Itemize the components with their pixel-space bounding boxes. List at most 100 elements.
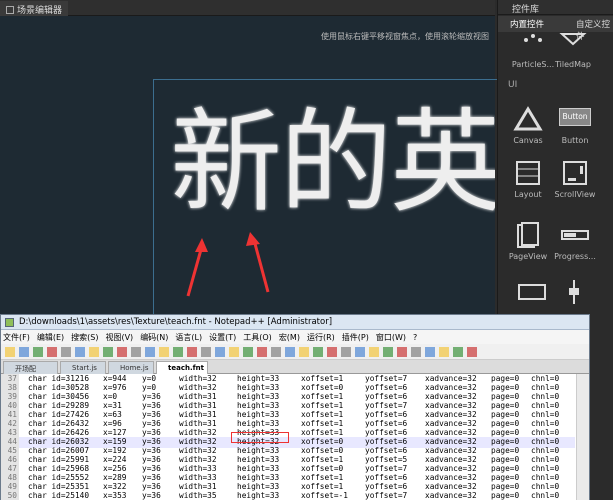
code-token: chnl=0 (531, 455, 560, 464)
code-token: x=224 (103, 455, 127, 464)
toolbar-button-icon[interactable] (19, 347, 29, 357)
code-token: char id=25351 (28, 482, 90, 491)
code-token: height=33 (237, 410, 280, 419)
code-token: y=36 (142, 428, 161, 437)
npp-editor[interactable]: 37 char id=31216 x=944 y=0 width=32 height=33… (1, 374, 589, 500)
code-token: page=0 (491, 455, 520, 464)
toolbar-button-icon[interactable] (341, 347, 351, 357)
menu-run[interactable]: 运行(R) (307, 333, 335, 342)
toolbar-button-icon[interactable] (397, 347, 407, 357)
code-token: x=192 (103, 446, 127, 455)
toolbar-button-icon[interactable] (131, 347, 141, 357)
line-number: 50 (1, 491, 19, 500)
control-scrollview[interactable]: ScrollView (550, 160, 600, 199)
canvas-label-text[interactable]: 新的英 (170, 88, 495, 248)
code-token: yoffset=5 (365, 455, 408, 464)
code-token: xoffset=0 (301, 446, 344, 455)
code-line[interactable]: 50 char id=25140 x=353 y=36 width=35 height=3… (1, 491, 575, 500)
code-token: char id=26032 (28, 437, 90, 446)
menu-view[interactable]: 视图(V) (105, 333, 133, 342)
slider-icon[interactable] (568, 280, 579, 304)
toolbar-button-icon[interactable] (187, 347, 197, 357)
code-token: height=33 (237, 383, 280, 392)
code-token: xoffset=0 (301, 437, 344, 446)
toolbar-button-icon[interactable] (47, 347, 57, 357)
file-tab-home[interactable]: Home.js (108, 361, 154, 374)
menu-help[interactable]: ? (413, 333, 417, 342)
code-token: height=33 (237, 392, 280, 401)
toolbar-button-icon[interactable] (89, 347, 99, 357)
menu-encoding[interactable]: 编码(N) (140, 333, 168, 342)
menu-settings[interactable]: 设置(T) (209, 333, 236, 342)
code-token: char id=30528 (28, 383, 90, 392)
control-canvas[interactable]: Canvas (503, 106, 553, 145)
toolbar-button-icon[interactable] (243, 347, 253, 357)
file-tab-kaichang[interactable]: 开场配置.txt (3, 361, 58, 383)
toolbar-button-icon[interactable] (299, 347, 309, 357)
toolbar-button-icon[interactable] (145, 347, 155, 357)
code-token: page=0 (491, 446, 520, 455)
code-token: height=33 (237, 419, 280, 428)
toolbar-button-icon[interactable] (75, 347, 85, 357)
toolbar-button-icon[interactable] (257, 347, 267, 357)
scrollview-icon (560, 160, 590, 186)
toolbar-button-icon[interactable] (173, 347, 183, 357)
scene-editor-tab[interactable]: 场景编辑器 (0, 1, 69, 16)
menu-window[interactable]: 窗口(W) (376, 333, 406, 342)
menu-macro[interactable]: 宏(M) (279, 333, 300, 342)
toolbar-button-icon[interactable] (117, 347, 127, 357)
toolbar-button-icon[interactable] (383, 347, 393, 357)
toolbar-button-icon[interactable] (159, 347, 169, 357)
code-token: x=0 (103, 392, 118, 401)
editor-vertical-scrollbar[interactable] (576, 374, 589, 500)
toolbar-button-icon[interactable] (201, 347, 211, 357)
menu-search[interactable]: 搜索(S) (71, 333, 98, 342)
code-token: xoffset=1 (301, 482, 344, 491)
toolbar-button-icon[interactable] (453, 347, 463, 357)
menu-edit[interactable]: 编辑(E) (37, 333, 64, 342)
toolbar-button-icon[interactable] (439, 347, 449, 357)
code-token: page=0 (491, 491, 520, 500)
code-token: char id=25140 (28, 491, 90, 500)
toolbar-button-icon[interactable] (411, 347, 421, 357)
progress-icon (560, 222, 590, 248)
toolbar-button-icon[interactable] (61, 347, 71, 357)
tab-builtin-controls[interactable]: 内置控件 (510, 18, 544, 30)
toolbar-button-icon[interactable] (313, 347, 323, 357)
button-icon: Button (559, 108, 591, 126)
code-token: char id=30456 (28, 392, 90, 401)
toolbar-button-icon[interactable] (425, 347, 435, 357)
file-tab-teach[interactable]: teach.fnt (156, 361, 208, 374)
toolbar-button-icon[interactable] (5, 347, 15, 357)
code-token: x=256 (103, 464, 127, 473)
toolbar-button-icon[interactable] (215, 347, 225, 357)
control-tiledmap[interactable]: TiledMap (548, 30, 598, 69)
toolbar-button-icon[interactable] (229, 347, 239, 357)
toolbar-button-icon[interactable] (369, 347, 379, 357)
code-token: char id=25991 (28, 455, 90, 464)
menu-plugins[interactable]: 插件(P) (342, 333, 369, 342)
npp-menubar: 文件(F) 编辑(E) 搜索(S) 视图(V) 编码(N) 语言(L) 设置(T) 工具(O)… (1, 330, 589, 344)
toolbar-button-icon[interactable] (271, 347, 281, 357)
menu-file[interactable]: 文件(F) (3, 333, 30, 342)
toolbar-button-icon[interactable] (285, 347, 295, 357)
code-token: height=33 (237, 491, 280, 500)
control-layout[interactable]: Layout (503, 160, 553, 199)
code-token: chnl=0 (531, 383, 560, 392)
code-token: width=31 (179, 410, 217, 419)
code-token: xadvance=32 (425, 482, 477, 491)
toolbar-button-icon[interactable] (33, 347, 43, 357)
editbox-icon[interactable] (518, 284, 546, 300)
code-token: yoffset=7 (365, 374, 408, 383)
menu-tools[interactable]: 工具(O) (243, 333, 272, 342)
toolbar-button-icon[interactable] (103, 347, 113, 357)
file-tab-start[interactable]: Start.js (60, 361, 106, 374)
toolbar-button-icon[interactable] (355, 347, 365, 357)
control-button[interactable]: Button Button (550, 106, 600, 145)
code-token: xoffset=1 (301, 401, 344, 410)
toolbar-button-icon[interactable] (467, 347, 477, 357)
control-progress[interactable]: Progress... (550, 222, 600, 261)
toolbar-button-icon[interactable] (327, 347, 337, 357)
menu-language[interactable]: 语言(L) (175, 333, 202, 342)
control-pageview[interactable]: PageView (503, 222, 553, 261)
